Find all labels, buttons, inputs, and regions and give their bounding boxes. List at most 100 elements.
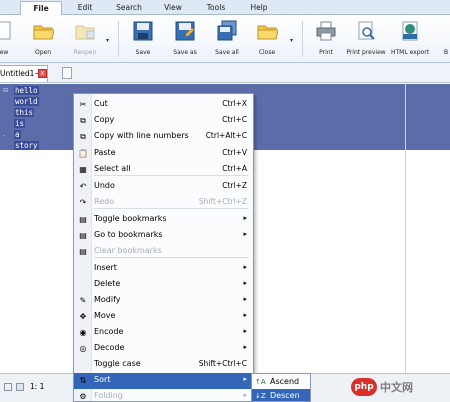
menu-item-cut[interactable]: ✂ Cut Ctrl+X <box>74 97 253 113</box>
menu-item-label: Toggle bookmarks <box>94 214 167 223</box>
reopen-folder-icon <box>75 25 95 40</box>
submenu-arrow-icon: ▸ <box>243 295 247 303</box>
menu-item-shortcut: Ctrl+Alt+C <box>205 131 247 140</box>
menu-item-modify[interactable]: ✎ Modify ▸ <box>74 293 253 309</box>
menu-item-label: Select all <box>94 164 131 173</box>
code-line: hello <box>14 86 39 95</box>
save-all-button[interactable]: Save all <box>210 18 244 60</box>
menu-item-copy[interactable]: ⧉ Copy Ctrl+C <box>74 113 253 129</box>
menu-separator <box>94 208 249 209</box>
tab-file[interactable]: File <box>20 1 62 16</box>
print-button[interactable]: Print <box>312 18 340 60</box>
sort-descending-item[interactable]: ↓Z Descen <box>252 389 310 401</box>
menu-item-copy-with-line-numbers[interactable]: ⧉ Copy with line numbers Ctrl+Alt+C <box>74 129 253 145</box>
tab-search[interactable]: Search <box>108 1 150 15</box>
menu-item-toggle-case[interactable]: Toggle case Shift+Ctrl+C <box>74 357 253 373</box>
folding-icon: ⚙ <box>79 392 87 401</box>
save-as-button[interactable]: Save as <box>168 18 202 60</box>
copy-with-line-numbers-icon: ⧉ <box>80 132 86 141</box>
submenu-arrow-icon: ▸ <box>243 311 247 319</box>
menu-item-undo[interactable]: ↶ Undo Ctrl+Z <box>74 179 253 195</box>
menu-item-shortcut: Ctrl+A <box>222 164 247 173</box>
menu-item-shortcut: Shift+Ctrl+C <box>198 359 247 368</box>
sort-ascending-item[interactable]: ↑A Ascend <box>252 375 310 389</box>
encode-icon: ◉ <box>79 328 87 337</box>
menu-item-go-to-bookmarks[interactable]: ▤ Go to bookmarks ▸ <box>74 228 253 244</box>
fold-icon[interactable]: ⊟ <box>3 87 9 94</box>
menu-item-folding[interactable]: ⚙ Folding ▸ <box>74 389 253 401</box>
menu-item-label: Folding <box>94 391 123 400</box>
submenu-arrow-icon: ▸ <box>243 279 247 287</box>
copy-icon: ⧉ <box>80 116 86 125</box>
menu-item-label: Redo <box>94 197 115 206</box>
watermark-text: 中文网 <box>380 381 413 394</box>
sort-ascending-label: Ascend <box>270 377 300 386</box>
menu-item-paste[interactable]: 📋 Paste Ctrl+V <box>74 146 253 162</box>
open-folder-icon <box>33 25 54 40</box>
menu-item-label: Undo <box>94 181 115 190</box>
tab-help[interactable]: Help <box>240 1 278 15</box>
toggle-case-icon <box>78 360 88 370</box>
open-button[interactable]: Open <box>26 18 60 60</box>
menu-item-shortcut: Shift+Ctrl+Z <box>198 197 247 206</box>
print-button-label: Print <box>319 49 333 56</box>
menu-item-delete[interactable]: Delete ▸ <box>74 277 253 293</box>
document-tab[interactable]: Untitled1~ x <box>0 65 48 82</box>
save-button-label: Save <box>135 49 151 56</box>
save-button[interactable]: Save <box>128 18 158 60</box>
menu-item-toggle-bookmarks[interactable]: ▤ Toggle bookmarks ▸ <box>74 212 253 228</box>
tab-tools[interactable]: Tools <box>196 1 236 15</box>
status-icon <box>16 383 24 391</box>
menu-separator <box>94 257 249 258</box>
tab-edit[interactable]: Edit <box>66 1 104 15</box>
ribbon-edge-button[interactable]: B <box>440 18 450 60</box>
save-all-icon <box>217 20 237 41</box>
close-dropdown-arrow[interactable]: ▾ <box>290 37 293 44</box>
menu-item-label: Encode <box>94 327 124 336</box>
sort-descending-icon: ↓Z <box>255 392 266 400</box>
menu-item-label: Modify <box>94 295 121 304</box>
html-export-button[interactable]: HTML export <box>390 18 430 60</box>
ribbon-separator <box>118 21 119 57</box>
menu-item-label: Insert <box>94 263 117 272</box>
menu-item-label: Go to bookmarks <box>94 230 163 239</box>
ribbon-edge-label: B <box>443 49 449 56</box>
submenu-arrow-icon: ▸ <box>243 375 247 383</box>
fold-end-icon: - <box>3 132 6 139</box>
menu-item-encode[interactable]: ◉ Encode ▸ <box>74 325 253 341</box>
close-button[interactable]: Close <box>252 18 282 60</box>
menu-item-shortcut: Ctrl+Z <box>222 181 247 190</box>
modify-icon: ✎ <box>79 296 87 305</box>
ribbon-separator <box>302 21 303 57</box>
submenu-arrow-icon: ▸ <box>243 343 247 351</box>
menu-item-shortcut: Ctrl+X <box>222 99 247 108</box>
menu-item-move[interactable]: ✥ Move ▸ <box>74 309 253 325</box>
menu-item-shortcut: Ctrl+C <box>222 115 247 124</box>
cut-icon: ✂ <box>79 100 87 109</box>
save-as-button-label: Save as <box>173 49 197 56</box>
submenu-arrow-icon: ▸ <box>243 327 247 335</box>
open-button-label: Open <box>34 49 52 56</box>
sort-descending-label: Descen <box>270 391 300 400</box>
code-line: this <box>14 108 35 117</box>
submenu-arrow-icon: ▸ <box>243 230 247 238</box>
menu-item-sort[interactable]: ⇅ Sort ▸ <box>74 373 253 389</box>
menu-item-insert[interactable]: Insert ▸ <box>74 261 253 277</box>
menu-item-decode[interactable]: ◎ Decode ▸ <box>74 341 253 357</box>
close-icon[interactable]: x <box>38 69 47 78</box>
tab-view[interactable]: View <box>154 1 192 15</box>
code-line: is <box>14 119 26 128</box>
menu-item-label: Cut <box>94 99 108 108</box>
new-button[interactable]: ew <box>0 18 14 60</box>
menu-item-label: Toggle case <box>94 359 141 368</box>
reopen-dropdown-arrow[interactable]: ▾ <box>106 37 109 44</box>
new-document-icon[interactable] <box>62 67 72 79</box>
print-preview-button[interactable]: Print preview <box>346 18 386 60</box>
sort-ascending-icon: ↑A <box>255 378 266 386</box>
watermark-logo: php <box>351 378 377 396</box>
context-menu: ✂ Cut Ctrl+X ⧉ Copy Ctrl+C ⧉ Copy with line num… <box>73 93 254 402</box>
menu-item-shortcut: Ctrl+V <box>222 148 247 157</box>
code-line: a <box>14 130 21 139</box>
menu-item-label: Copy <box>94 115 115 124</box>
reopen-button[interactable]: Reopen <box>66 18 104 60</box>
